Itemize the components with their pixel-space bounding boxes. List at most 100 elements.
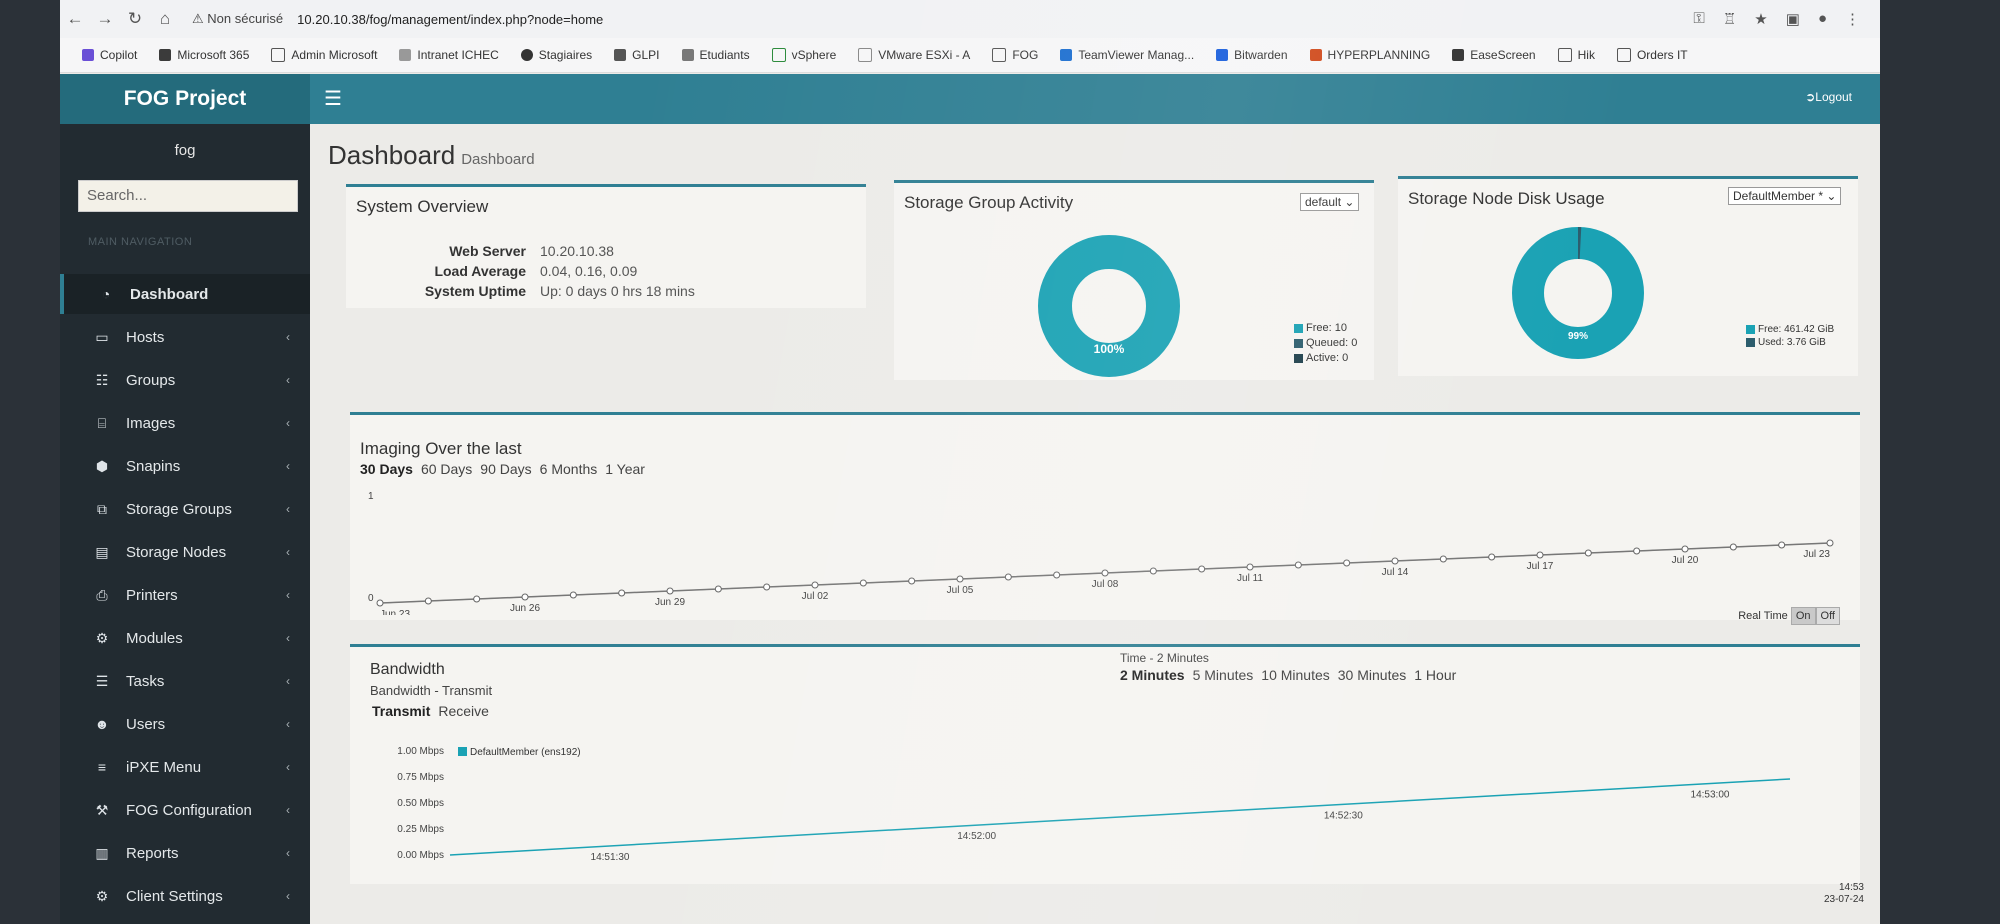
bookmark-teamviewer[interactable]: TeamViewer Manag... (1060, 48, 1194, 62)
bookmark-hik[interactable]: Hik (1557, 48, 1595, 62)
imaging-point (1584, 549, 1592, 557)
imaging-point (666, 587, 674, 595)
search-input[interactable]: Search... (78, 180, 298, 212)
chevron-left-icon: ‹ (286, 846, 290, 860)
sidebar-item-ipxe-menu[interactable]: ≡ iPXE Menu ‹ (60, 747, 310, 787)
sidebar-item-printers[interactable]: ⎙ Printers ‹ (60, 575, 310, 615)
sidebar-item-client-settings[interactable]: ⚙ Client Settings ‹ (60, 876, 310, 916)
key-icon[interactable]: ⚿ (1693, 10, 1704, 28)
sidebar-item-fog-configuration[interactable]: ⚒ FOG Configuration ‹ (60, 790, 310, 830)
globe-icon (520, 49, 533, 61)
address-bar[interactable]: ⚠ Non sécurisé 10.20.10.38/fog/managemen… (192, 6, 1693, 32)
bookmark-stagiaires[interactable]: Stagiaires (520, 48, 592, 62)
sidebar-item-fog-client[interactable]: ▣FOG Client (60, 919, 310, 924)
imaging-point (1826, 539, 1834, 547)
cogs-icon: ⚙ (95, 629, 109, 646)
imaging-point (1536, 551, 1544, 559)
sidebar-item-tasks[interactable]: ☰ Tasks ‹ (60, 661, 310, 701)
bookmark-label: Microsoft 365 (177, 48, 250, 62)
time-link-30-minutes[interactable]: 30 Minutes (1338, 667, 1406, 683)
realtime-on-button[interactable]: On (1790, 607, 1816, 625)
brand-logo[interactable]: FOG Project (60, 74, 310, 124)
sidebar-item-reports[interactable]: ▥ Reports ‹ (60, 833, 310, 873)
bookmark-label: Hik (1577, 48, 1595, 62)
sidebar-item-storage-nodes[interactable]: ▤ Storage Nodes ‹ (60, 532, 310, 572)
sidebar-item-dashboard[interactable]: ◔ Dashboard (60, 274, 314, 314)
imaging-point (1343, 559, 1351, 567)
imaging-x-tick-label: Jun 26 (510, 603, 540, 614)
bookmark-bitwarden[interactable]: Bitwarden (1216, 48, 1288, 62)
time-link-1-hour[interactable]: 1 Hour (1414, 667, 1456, 683)
storage-node-select[interactable]: DefaultMember * ⌄ (1728, 187, 1842, 205)
imaging-point (1149, 567, 1157, 575)
bookmark-fog[interactable]: FOG (992, 48, 1038, 62)
time-link-5-minutes[interactable]: 5 Minutes (1193, 667, 1254, 683)
bookmark-vsphere[interactable]: vSphere (771, 48, 836, 62)
storage-group-select[interactable]: default ⌄ (1300, 193, 1360, 211)
menu-toggle-icon[interactable]: ☰ (324, 86, 342, 111)
imaging-x-tick-label: Jul 17 (1527, 561, 1554, 572)
page-subtitle: Dashboard (461, 151, 535, 168)
bookmark-glpi[interactable]: GLPI (614, 48, 660, 62)
bookmark-etudiants[interactable]: Etudiants (681, 48, 750, 62)
hdd-icon: ⌸ (97, 414, 107, 431)
archive-icon: ▤ (95, 543, 109, 560)
users-icon: ☻ (94, 716, 110, 732)
easescreen-icon (1452, 49, 1465, 61)
storage-group-activity-box: Storage Group Activity default ⌄ 100% Fr… (894, 180, 1374, 380)
sidebar-item-label: Tasks (126, 672, 165, 690)
back-icon[interactable]: ← (60, 9, 90, 29)
forward-icon[interactable]: → (90, 9, 120, 29)
bookmark-easescreen[interactable]: EaseScreen (1452, 48, 1536, 62)
storage-node-legend: Free: 461.42 GiB Used: 3.76 GiB (1746, 323, 1834, 349)
imaging-point (1391, 557, 1399, 565)
profile-icon[interactable]: ● (1818, 10, 1827, 28)
time-link-10-minutes[interactable]: 10 Minutes (1261, 667, 1329, 683)
realtime-off-button[interactable]: Off (1815, 607, 1840, 625)
system-uptime-value: Up: 0 days 0 hrs 18 mins (540, 283, 695, 299)
bookmark-intranet-ichec[interactable]: Intranet ICHEC (399, 48, 499, 62)
logout-link[interactable]: ➲Logout (1805, 90, 1852, 104)
imaging-y-tick-label: 0 (368, 593, 374, 604)
extensions-icon[interactable]: ▣ (1786, 10, 1800, 28)
microsoft-365-icon (159, 49, 172, 61)
bookmark-star-icon[interactable]: ★ (1754, 10, 1767, 28)
bandwidth-x-tick-label: 14:52:30 (1324, 810, 1363, 821)
bookmark-orders-it[interactable]: Orders IT (1616, 48, 1688, 62)
ichec-icon (399, 49, 412, 61)
time-link-2-minutes[interactable]: 2 Minutes (1120, 667, 1185, 683)
sidebar-item-groups[interactable]: ☷ Groups ‹ (60, 360, 310, 400)
home-icon[interactable]: ⌂ (150, 9, 180, 29)
mode-link-receive[interactable]: Receive (438, 703, 489, 719)
mode-link-transmit[interactable]: Transmit (372, 703, 430, 719)
sidebar-item-modules[interactable]: ⚙ Modules ‹ (60, 618, 310, 658)
vsphere-icon (771, 48, 786, 62)
imaging-point (1633, 547, 1641, 555)
sidebar-item-hosts[interactable]: ▭ Hosts ‹ (60, 317, 310, 357)
copilot-icon (82, 49, 94, 61)
bookmark-label: HYPERPLANNING (1327, 48, 1431, 62)
imaging-point (1198, 565, 1206, 573)
app-header: FOG Project ☰ ➲Logout (60, 74, 1880, 124)
sidebar-item-snapins[interactable]: ⬢ Snapins ‹ (60, 446, 310, 486)
bars-icon: ≡ (97, 759, 107, 775)
bookmark-hyperplanning[interactable]: HYPERPLANNING (1309, 48, 1431, 62)
storage-node-selected: DefaultMember * (1733, 189, 1824, 203)
bookmark-copilot[interactable]: Copilot (82, 48, 137, 62)
web-server-value: 10.20.10.38 (540, 243, 614, 259)
sidebar-item-images[interactable]: ⌸ Images ‹ (60, 403, 310, 443)
security-warning[interactable]: ⚠ Non sécurisé (192, 11, 283, 27)
kebab-menu-icon[interactable]: ⋮ (1845, 10, 1860, 28)
bookmark-admin-microsoft[interactable]: Admin Microsoft (271, 48, 377, 62)
sidebar-item-users[interactable]: ☻ Users ‹ (60, 704, 310, 744)
bandwidth-time-label: Time - 2 Minutes (1120, 651, 1209, 665)
bookmark-microsoft-365[interactable]: Microsoft 365 (159, 48, 249, 62)
sidebar-item-storage-groups[interactable]: ⧉ Storage Groups ‹ (60, 489, 310, 529)
translate-icon[interactable]: ♖ (1723, 10, 1736, 28)
url-text[interactable]: 10.20.10.38/fog/management/index.php?nod… (297, 12, 603, 27)
imaging-y-tick-label: 1 (368, 491, 374, 502)
reload-icon[interactable]: ↻ (120, 9, 150, 29)
bookmark-vmware-esxi[interactable]: VMware ESXi - A (858, 48, 970, 62)
legend-free-label: Free: 461.42 GiB (1758, 324, 1835, 335)
web-server-label: Web Server (449, 243, 526, 259)
